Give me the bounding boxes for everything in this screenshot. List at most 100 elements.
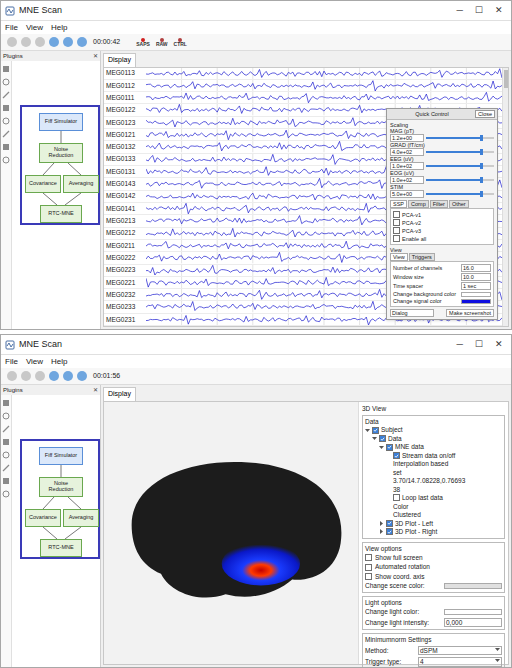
menu-item[interactable]: Help — [51, 24, 67, 32]
checkbox[interactable] — [386, 520, 393, 527]
quick-control-tab[interactable]: Filter — [430, 200, 448, 208]
menu-item[interactable]: File — [5, 358, 18, 366]
tree-item[interactable]: Subject — [365, 426, 502, 433]
scale-slider[interactable] — [426, 151, 494, 153]
scene-color-button[interactable] — [444, 583, 502, 589]
plugin-tool-icon[interactable] — [2, 65, 10, 73]
plugin-tool-icon[interactable] — [2, 477, 10, 485]
plugin-tool-icon[interactable] — [2, 130, 10, 138]
scale-value[interactable]: 4.0e+02 — [390, 148, 424, 156]
scale-value[interactable]: 1.0e+02 — [390, 176, 424, 184]
projection-check[interactable]: PCA-v3 — [393, 227, 491, 234]
quick-control-tab[interactable]: Other — [449, 200, 469, 208]
menu-item[interactable]: File — [5, 24, 18, 32]
plugin-tool-icon[interactable] — [2, 104, 10, 112]
light-color-button[interactable] — [444, 609, 502, 615]
checkbox[interactable] — [372, 427, 379, 434]
window-control-button[interactable]: ☐ — [475, 4, 483, 18]
plugin-tool-icon[interactable] — [2, 490, 10, 498]
tree-item[interactable]: Data — [365, 435, 502, 442]
tree-item[interactable]: 3D Plot - Left — [365, 520, 502, 527]
projection-check[interactable]: PCA-v1 — [393, 211, 491, 218]
toolbar-button[interactable] — [7, 371, 17, 381]
toolbar-button[interactable] — [77, 37, 87, 47]
display-tab[interactable]: Display — [103, 53, 136, 67]
setting-dropdown[interactable]: 4 — [418, 657, 502, 666]
close-button[interactable]: ✕ — [93, 52, 98, 61]
window-control-button[interactable]: ☐ — [475, 338, 483, 352]
window-control-button[interactable]: ─ — [457, 4, 463, 18]
projection-check[interactable]: PCA-v2 — [393, 219, 491, 226]
menu-item[interactable]: View — [26, 358, 43, 366]
checkbox[interactable] — [393, 227, 400, 234]
pipeline-node[interactable]: Averaging — [63, 509, 99, 527]
checkbox[interactable] — [365, 554, 372, 561]
quick-control-tab[interactable]: Comp — [408, 200, 429, 208]
tree-item[interactable]: 38 — [365, 486, 502, 493]
tree-item[interactable]: 3D Plot - Right — [365, 528, 502, 535]
toolbar-toggle[interactable]: SAPS — [136, 38, 150, 47]
plugin-tool-icon[interactable] — [2, 117, 10, 125]
close-button[interactable]: ✕ — [93, 386, 98, 395]
plugin-tool-icon[interactable] — [2, 91, 10, 99]
toolbar-button[interactable] — [63, 37, 73, 47]
pipeline-node[interactable]: Covariance — [25, 175, 61, 193]
toolbar-button[interactable] — [35, 371, 45, 381]
checkbox[interactable] — [393, 219, 400, 226]
close-button[interactable]: Close — [475, 110, 495, 118]
window-control-button[interactable]: ✕ — [495, 338, 503, 352]
brain-canvas[interactable] — [104, 402, 358, 665]
checkbox[interactable] — [393, 211, 400, 218]
toolbar-button[interactable] — [21, 37, 31, 47]
scale-value[interactable]: 1.2e+00 — [390, 134, 424, 142]
checkbox[interactable] — [393, 494, 400, 501]
plugin-tool-icon[interactable] — [2, 451, 10, 459]
tree-item[interactable]: Interpolation based — [365, 460, 502, 467]
plugin-tool-icon[interactable] — [2, 425, 10, 433]
scale-slider[interactable] — [426, 165, 494, 167]
pipeline-node[interactable]: Noise Reduction — [39, 477, 83, 497]
pipeline-node[interactable]: Fiff Simulator — [39, 113, 83, 131]
scale-slider[interactable] — [426, 179, 494, 181]
plugin-tool-icon[interactable] — [2, 78, 10, 86]
setting-dropdown[interactable]: dSPM — [418, 646, 502, 655]
toolbar-button[interactable] — [49, 371, 59, 381]
toolbar-toggle[interactable]: CTRL — [174, 38, 187, 47]
tree-item[interactable]: set — [365, 469, 502, 476]
collapsed-arrow-icon[interactable] — [379, 529, 384, 534]
quick-control-tab[interactable]: SSP — [390, 200, 407, 208]
checkbox[interactable] — [386, 528, 393, 535]
color-swatch[interactable] — [461, 292, 491, 297]
toolbar-button[interactable] — [63, 371, 73, 381]
checkbox[interactable] — [365, 564, 372, 571]
expanded-arrow-icon[interactable] — [379, 445, 384, 450]
toolbar-button[interactable] — [35, 37, 45, 47]
display-tab[interactable]: Display — [103, 387, 136, 401]
color-swatch[interactable] — [461, 299, 491, 304]
collapsed-arrow-icon[interactable] — [379, 521, 384, 526]
tree-item[interactable]: Stream data on/off — [365, 452, 502, 459]
pipeline-node[interactable]: Covariance — [25, 509, 61, 527]
setting-field[interactable]: 1 sec — [461, 282, 491, 290]
tree-item[interactable]: 3.70/14.7.08228,0.76693 — [365, 477, 502, 484]
expanded-arrow-icon[interactable] — [372, 436, 377, 441]
view-tab[interactable]: View — [390, 253, 408, 261]
plugin-tool-icon[interactable] — [2, 156, 10, 164]
checkbox[interactable] — [393, 235, 400, 242]
pipeline-node[interactable]: Fiff Simulator — [39, 447, 83, 465]
window-control-button[interactable]: ✕ — [495, 4, 503, 18]
toolbar-button[interactable] — [77, 371, 87, 381]
toolbar-button[interactable] — [21, 371, 31, 381]
pipeline-node[interactable]: RTC-MNE — [40, 539, 82, 557]
view-tab[interactable]: Triggers — [409, 253, 435, 261]
tree-item[interactable]: Loop last data — [365, 494, 502, 501]
expanded-arrow-icon[interactable] — [365, 428, 370, 433]
plugin-tool-icon[interactable] — [2, 464, 10, 472]
plugin-tool-icon[interactable] — [2, 412, 10, 420]
scale-slider[interactable] — [426, 193, 494, 195]
tree-item[interactable]: MNE data — [365, 443, 502, 450]
scale-value[interactable]: 5.0e+00 — [390, 190, 424, 198]
plugin-tool-icon[interactable] — [2, 399, 10, 407]
scale-value[interactable]: 1.0e+02 — [390, 162, 424, 170]
checkbox[interactable] — [393, 452, 400, 459]
